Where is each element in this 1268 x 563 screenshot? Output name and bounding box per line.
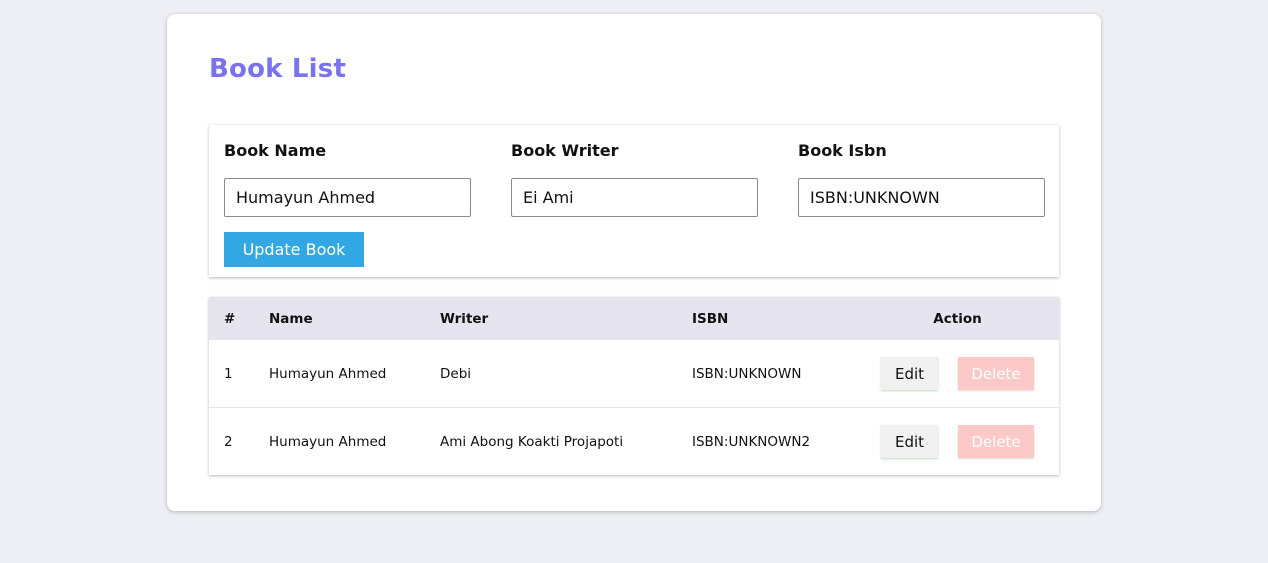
row-number: 1 <box>224 365 233 382</box>
book-name-input[interactable] <box>224 178 471 217</box>
book-writer-field: Book Writer <box>511 141 758 217</box>
table-header: # Name Writer ISBN Action <box>209 297 1059 340</box>
book-isbn-field: Book Isbn <box>798 141 1045 217</box>
row-book-isbn: ISBN:UNKNOWN <box>692 365 802 382</box>
column-header-name: Name <box>269 310 313 327</box>
table-row: 2 Humayun Ahmed Ami Abong Koakti Projapo… <box>209 408 1059 475</box>
row-book-writer: Debi <box>440 365 472 382</box>
book-writer-input[interactable] <box>511 178 758 217</box>
book-isbn-label: Book Isbn <box>798 141 887 160</box>
book-list-card: Book List Book Name Book Writer Book Isb… <box>167 14 1101 511</box>
row-book-name: Humayun Ahmed <box>269 365 387 382</box>
book-form: Book Name Book Writer Book Isbn Update B… <box>209 125 1059 277</box>
edit-button[interactable]: Edit <box>881 357 938 390</box>
book-name-label: Book Name <box>224 141 327 160</box>
update-book-button[interactable]: Update Book <box>224 232 364 267</box>
edit-button[interactable]: Edit <box>881 425 938 458</box>
table-row: 1 Humayun Ahmed Debi ISBN:UNKNOWN Edit D… <box>209 340 1059 408</box>
row-book-name: Humayun Ahmed <box>269 433 387 450</box>
book-name-field: Book Name <box>224 141 471 217</box>
delete-button[interactable]: Delete <box>958 425 1034 458</box>
book-isbn-input[interactable] <box>798 178 1045 217</box>
page-title: Book List <box>209 54 347 84</box>
row-book-isbn: ISBN:UNKNOWN2 <box>692 433 811 450</box>
column-header-action: Action <box>933 310 982 327</box>
column-header-writer: Writer <box>440 310 489 327</box>
column-header-isbn: ISBN <box>692 310 729 327</box>
row-book-writer: Ami Abong Koakti Projapoti <box>440 433 624 450</box>
delete-button[interactable]: Delete <box>958 357 1034 390</box>
book-table: # Name Writer ISBN Action 1 Humayun Ahme… <box>209 297 1059 475</box>
column-header-number: # <box>224 310 236 327</box>
book-writer-label: Book Writer <box>511 141 619 160</box>
row-number: 2 <box>224 433 233 450</box>
